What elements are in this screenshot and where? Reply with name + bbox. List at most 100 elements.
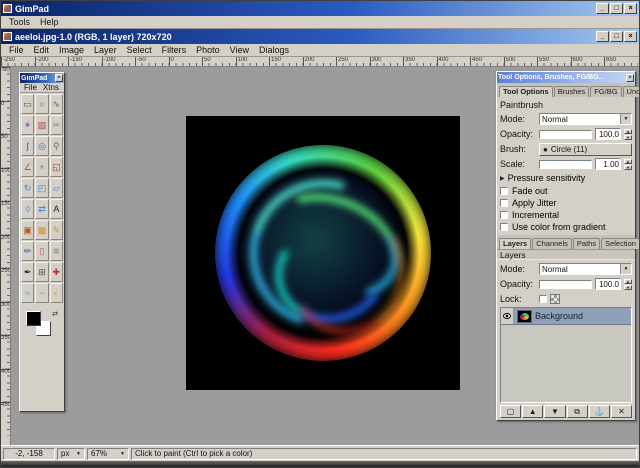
app-menu-item[interactable]: Tools (4, 17, 35, 27)
layers-dock-tab[interactable]: Paths (573, 238, 600, 249)
image-menu-item[interactable]: Edit (29, 45, 55, 55)
layers-dock-tab[interactable]: Channels (532, 238, 572, 249)
main-titlebar[interactable]: GimPad _ □ × (1, 1, 639, 16)
swap-colors-icon[interactable]: ⇄ (52, 310, 58, 318)
image-menu-item[interactable]: Photo (191, 45, 225, 55)
option-checkbox[interactable]: Fade out (500, 185, 632, 197)
image-minimize-button[interactable]: _ (596, 31, 609, 42)
scissors-select-tool[interactable]: ✂ (50, 115, 63, 135)
anchor-layer-button[interactable]: ⚓ (589, 405, 610, 418)
paint-mode-select[interactable]: Normal ▼ (539, 113, 632, 125)
pencil-tool[interactable]: ✎ (50, 220, 63, 240)
maximize-button[interactable]: □ (610, 3, 623, 14)
clone-tool[interactable]: ⊞ (35, 262, 48, 282)
heal-tool[interactable]: ✚ (50, 262, 63, 282)
dock-tab[interactable]: Tool Options (499, 86, 553, 97)
eraser-tool[interactable]: ▯ (35, 241, 48, 261)
minimize-button[interactable]: _ (596, 3, 609, 14)
lock-checkbox[interactable] (539, 295, 547, 303)
dock-tab[interactable]: FG/BG (590, 86, 621, 97)
flip-tool[interactable]: ⇄ (35, 199, 48, 219)
crop-tool[interactable]: ◱ (50, 157, 63, 177)
foreground-color-swatch[interactable] (26, 311, 41, 326)
blur-sharpen-tool[interactable]: ≈ (21, 283, 34, 303)
color-picker-tool[interactable]: ◎ (35, 136, 48, 156)
airbrush-tool[interactable]: ≋ (50, 241, 63, 261)
image-titlebar[interactable]: aeeloi.jpg-1.0 (RGB, 1 layer) 720x720 _ … (1, 29, 639, 44)
dock-close-button[interactable]: × (626, 74, 634, 82)
dock-titlebar[interactable]: Tool Options, Brushes, FG/BG... × (497, 72, 635, 83)
image-menu-item[interactable]: Dialogs (254, 45, 294, 55)
fuzzy-select-tool[interactable]: ✶ (21, 115, 34, 135)
app-menu-item[interactable]: Help (35, 17, 64, 27)
shear-tool[interactable]: ▱ (50, 178, 63, 198)
scale-tool[interactable]: ◰ (35, 178, 48, 198)
raise-layer-button[interactable]: ▲ (522, 405, 543, 418)
blend-tool[interactable]: ▩ (35, 220, 48, 240)
rotate-tool[interactable]: ↻ (21, 178, 34, 198)
visibility-cell[interactable] (501, 308, 514, 324)
layers-dock-tab[interactable]: Layers (499, 238, 531, 249)
measure-tool[interactable]: ∠ (21, 157, 34, 177)
layer-mode-select[interactable]: Normal ▼ (539, 263, 632, 275)
image-menu-item[interactable]: Image (54, 45, 89, 55)
select-by-color-tool[interactable]: ▧ (35, 115, 48, 135)
spin-down-icon[interactable]: ▼ (624, 135, 632, 140)
move-tool[interactable]: + (35, 157, 48, 177)
horizontal-ruler[interactable]: -250-200-150-100-50050100150200250300350… (1, 57, 639, 67)
pressure-sensitivity-expander[interactable]: ▶ Pressure sensitivity (500, 172, 632, 184)
spin-up-icon[interactable]: ▲ (624, 159, 632, 164)
zoom-select[interactable]: 67% ▼ (87, 448, 129, 460)
delete-layer-button[interactable]: ✕ (611, 405, 632, 418)
toolbox-menu-item[interactable]: Xtns (41, 83, 61, 92)
paths-tool[interactable]: ʃ (21, 136, 34, 156)
image-menu-item[interactable]: Select (122, 45, 157, 55)
ink-tool[interactable]: ✒ (21, 262, 34, 282)
bucket-fill-tool[interactable]: ▣ (21, 220, 34, 240)
scale-slider[interactable] (539, 160, 592, 169)
brush-select-button[interactable]: ● Circle (11) (539, 143, 632, 156)
option-checkbox[interactable]: Incremental (500, 209, 632, 221)
paintbrush-tool[interactable]: ✏ (21, 241, 34, 261)
toolbox-close-button[interactable]: × (55, 74, 63, 82)
image-menu-item[interactable]: View (225, 45, 254, 55)
rect-select-tool[interactable]: ▭ (21, 94, 34, 114)
dock-tab[interactable]: Brushes (554, 86, 590, 97)
image-menubar: FileEditImageLayerSelectFiltersPhotoView… (1, 44, 639, 57)
toolbox-menu-item[interactable]: File (22, 83, 39, 92)
lower-layer-button[interactable]: ▼ (544, 405, 565, 418)
image-close-button[interactable]: × (624, 31, 637, 42)
dock-tab[interactable]: Undo (623, 86, 639, 97)
spin-down-icon[interactable]: ▼ (624, 285, 632, 290)
lock-alpha-icon[interactable] (550, 294, 560, 304)
unit-select[interactable]: px ▼ (57, 448, 85, 460)
duplicate-layer-button[interactable]: ⧉ (567, 405, 588, 418)
option-checkbox[interactable]: Use color from gradient (500, 221, 632, 233)
perspective-tool[interactable]: ◊ (21, 199, 34, 219)
toolbox-titlebar[interactable]: GimPad × (20, 73, 64, 83)
image-maximize-button[interactable]: □ (610, 31, 623, 42)
layer-row[interactable]: Background (501, 308, 631, 325)
ellipse-select-tool[interactable]: ○ (35, 94, 48, 114)
spin-down-icon[interactable]: ▼ (624, 165, 632, 170)
free-select-tool[interactable]: ∿ (50, 94, 63, 114)
image-menu-item[interactable]: Filters (157, 45, 192, 55)
close-button[interactable]: × (624, 3, 637, 14)
chevron-down-icon[interactable]: ▼ (620, 264, 631, 274)
smudge-tool[interactable]: ∼ (35, 283, 48, 303)
image-canvas[interactable] (186, 116, 460, 390)
layers-dock-tab[interactable]: Selection (601, 238, 639, 249)
chevron-down-icon[interactable]: ▼ (620, 114, 631, 124)
layer-opacity-slider[interactable] (539, 280, 592, 289)
text-tool[interactable]: A (50, 199, 63, 219)
image-menu-item[interactable]: Layer (89, 45, 122, 55)
spin-up-icon[interactable]: ▲ (624, 129, 632, 134)
new-layer-button[interactable]: ▢ (500, 405, 521, 418)
magnify-tool[interactable]: ⚲ (50, 136, 63, 156)
vertical-ruler[interactable]: -50050100150200250300350400450 (1, 67, 11, 445)
dodge-burn-tool[interactable]: ◐ (50, 283, 63, 303)
option-checkbox[interactable]: Apply Jitter (500, 197, 632, 209)
image-menu-item[interactable]: File (4, 45, 29, 55)
spin-up-icon[interactable]: ▲ (624, 279, 632, 284)
opacity-slider[interactable] (539, 130, 592, 139)
